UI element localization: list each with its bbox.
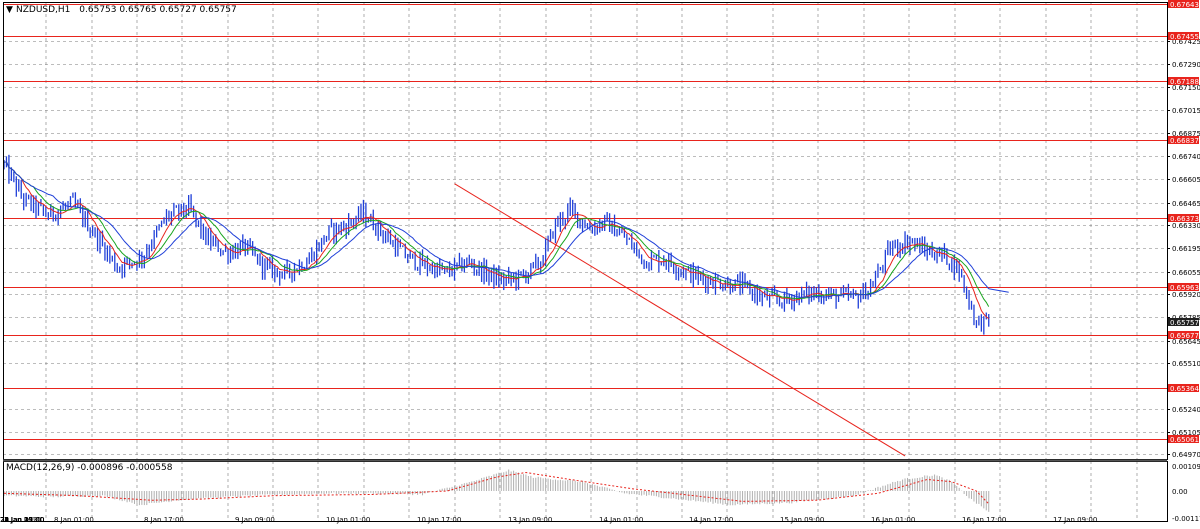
level-tag-8: 0.65061 xyxy=(1170,436,1199,444)
macd-tick-2: -0.001177 xyxy=(1172,515,1200,523)
chart-symbol: NZDUSD,H1 xyxy=(16,5,70,15)
time-tick-8: 14 Jan 17:00 xyxy=(689,516,733,524)
price-tick-8: 0.66330 xyxy=(1172,222,1200,230)
macd-indicator-label: MACD(12,26,9) -0.000896 -0.000558 xyxy=(6,463,173,473)
chart-ohlc: 0.65753 0.65765 0.65727 0.65757 xyxy=(79,5,236,15)
time-tick-11: 16 Jan 17:00 xyxy=(962,516,1006,524)
price-tick-3: 0.67015 xyxy=(1172,107,1200,115)
price-tick-1: 0.67290 xyxy=(1172,61,1200,69)
svg-text:NZDUSD,H1 0.65753 0.65: NZDUSD,H1 0.65753 0.65765 0.65727 0.6575… xyxy=(16,5,237,15)
time-tick-2: 8 Jan 17:00 xyxy=(144,516,184,524)
price-tick-6: 0.66605 xyxy=(1172,176,1200,184)
time-tick-1: 8 Jan 01:00 xyxy=(54,516,94,524)
macd-tick-0: 0.001091 xyxy=(1172,463,1200,471)
level-tag-0: 0.67643 xyxy=(1170,1,1199,9)
price-axis: 0.674250.672900.671500.670150.668750.667… xyxy=(1167,0,1200,523)
macd-frame xyxy=(3,461,1168,522)
trendline-layer xyxy=(454,183,906,457)
time-tick-20: 24 Jan 17:00 xyxy=(0,516,44,524)
time-tick-10: 16 Jan 01:00 xyxy=(871,516,915,524)
price-tick-11: 0.65920 xyxy=(1172,291,1200,299)
time-tick-3: 9 Jan 09:00 xyxy=(235,516,275,524)
level-tag-3: 0.66837 xyxy=(1170,137,1199,145)
symbol-dropdown-icon[interactable]: ▼ xyxy=(6,5,13,15)
macd-panel xyxy=(3,469,990,512)
price-tick-7: 0.66465 xyxy=(1172,200,1200,208)
current-price-tag: 0.65757 xyxy=(1170,319,1199,327)
time-tick-4: 10 Jan 01:00 xyxy=(326,516,370,524)
price-tick-14: 0.65510 xyxy=(1172,360,1200,368)
trendline xyxy=(454,183,906,457)
main-frame xyxy=(3,2,1168,460)
chart-canvas[interactable]: 0.674250.672900.671500.670150.668750.667… xyxy=(0,0,1200,525)
time-tick-9: 15 Jan 09:00 xyxy=(780,516,824,524)
time-tick-12: 17 Jan 09:00 xyxy=(1053,516,1097,524)
ma-slow-extension xyxy=(988,288,1009,293)
chart-frame xyxy=(3,2,1168,522)
grid xyxy=(3,2,1167,521)
price-tick-17: 0.64970 xyxy=(1172,451,1200,459)
price-tick-5: 0.66740 xyxy=(1172,153,1200,161)
candles xyxy=(3,154,990,335)
time-tick-5: 10 Jan 17:00 xyxy=(417,516,461,524)
time-tick-6: 13 Jan 09:00 xyxy=(508,516,552,524)
price-tick-10: 0.66055 xyxy=(1172,269,1200,277)
price-tick-15: 0.65240 xyxy=(1172,406,1200,414)
time-axis: 7 Jan 2020 8 Jan 01:00 8 Jan 17:00 9 Jan 09… xyxy=(0,516,1097,524)
level-tag-5: 0.65963 xyxy=(1170,284,1199,292)
header-overlay: ▼ NZDUSD,H1 0.65753 0.65765 0.65727 0.65… xyxy=(6,5,237,473)
level-tag-4: 0.66373 xyxy=(1170,215,1199,223)
level-tag-6: 0.65677 xyxy=(1170,332,1199,340)
level-tag-7: 0.65364 xyxy=(1170,385,1199,393)
macd-tick-1: 0.00 xyxy=(1172,488,1188,496)
price-tick-9: 0.66195 xyxy=(1172,245,1200,253)
trading-chart[interactable]: 0.67425 0.67290 0.67150 0.67015 0.66875 0.667… xyxy=(0,0,1200,525)
level-tag-1: 0.67455 xyxy=(1170,33,1199,41)
level-tag-2: 0.67188 xyxy=(1170,78,1199,86)
time-tick-7: 14 Jan 01:00 xyxy=(599,516,643,524)
